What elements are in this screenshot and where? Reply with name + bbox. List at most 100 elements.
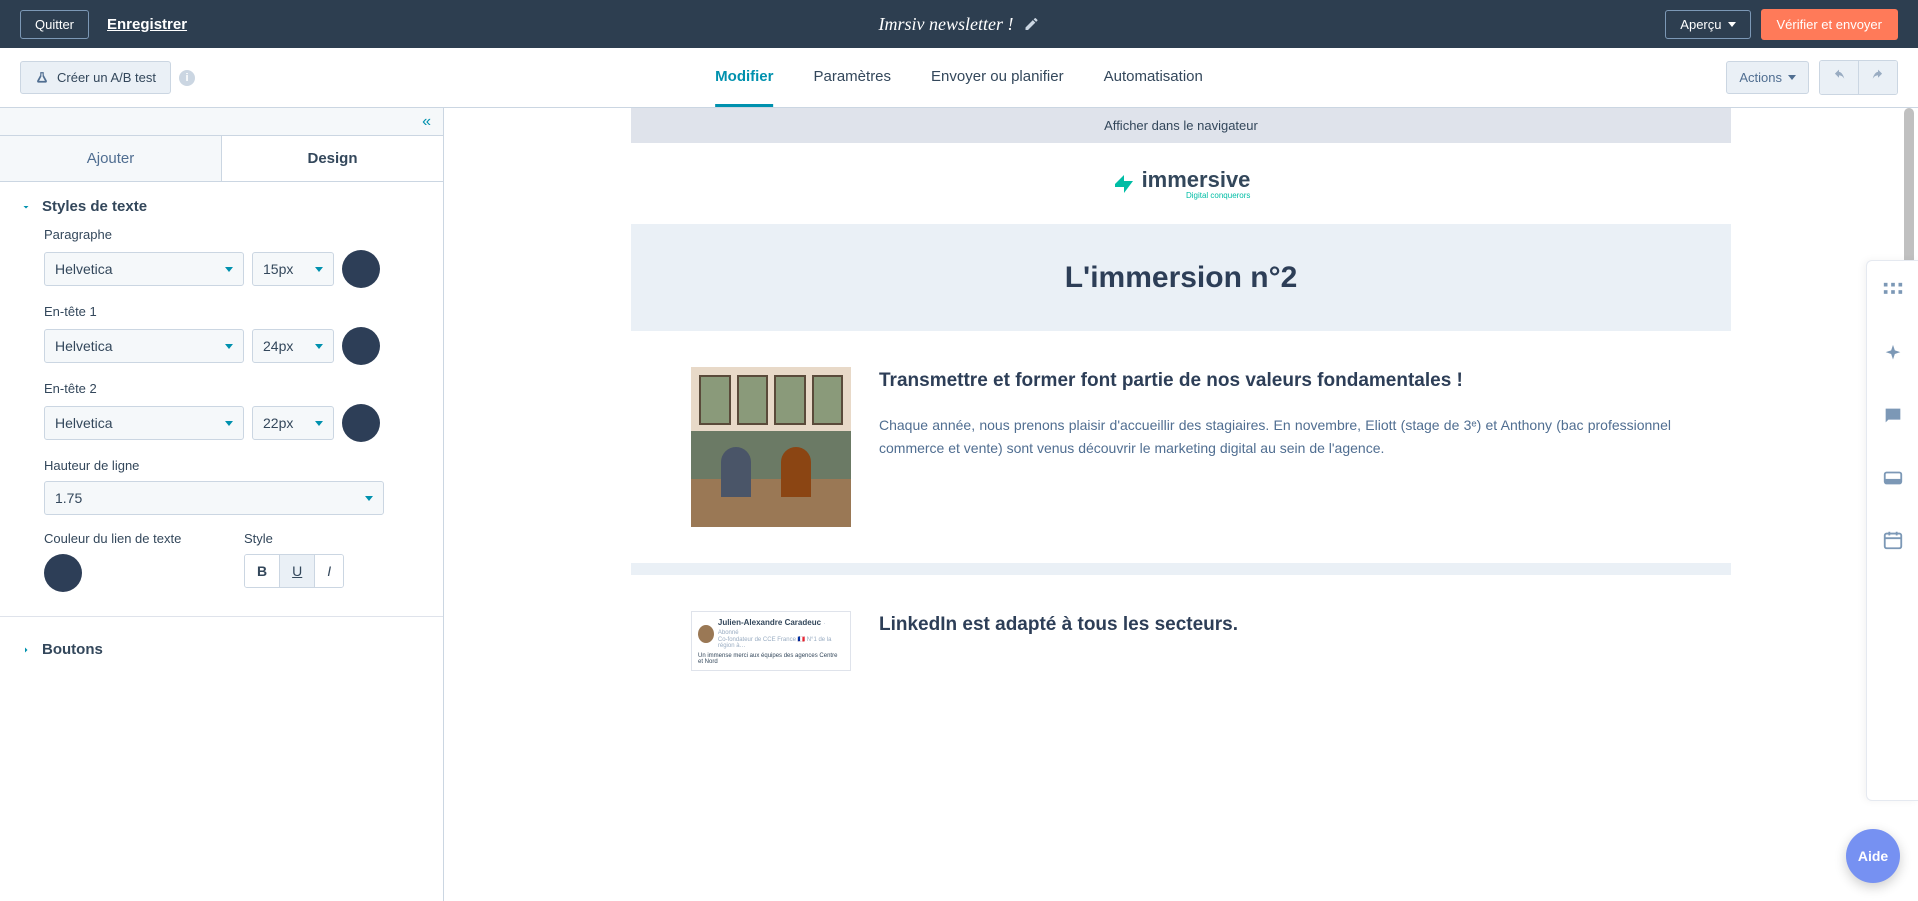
save-link[interactable]: Enregistrer xyxy=(107,16,187,33)
chevron-down-icon xyxy=(1728,22,1736,27)
chevron-down-icon xyxy=(225,421,233,426)
secondary-nav: Créer un A/B test i Modifier Paramètres … xyxy=(0,48,1918,108)
accordion-header-text-styles[interactable]: Styles de texte xyxy=(20,198,423,215)
article-1[interactable]: Transmettre et former font partie de nos… xyxy=(631,331,1731,563)
collapse-bar: « xyxy=(0,108,443,136)
logo: immersive Digital conquerors xyxy=(1112,167,1251,200)
article-2-heading: LinkedIn est adapté à tous les secteurs. xyxy=(879,611,1671,640)
calendar-icon[interactable] xyxy=(1882,529,1904,551)
collapse-icon[interactable]: « xyxy=(422,113,431,131)
accordion-text-styles: Styles de texte Paragraphe Helvetica 15p… xyxy=(0,182,443,608)
right-rail xyxy=(1866,260,1918,801)
article-1-body: Transmettre et former font partie de nos… xyxy=(879,367,1671,527)
view-in-browser-link[interactable]: Afficher dans le navigateur xyxy=(1104,118,1258,133)
article-1-image xyxy=(691,367,851,527)
linkedin-name: Julien-Alexandre Caradeuc xyxy=(718,618,821,627)
bold-button[interactable]: B xyxy=(245,555,279,587)
chevron-down-icon xyxy=(315,421,323,426)
accordion-content: Paragraphe Helvetica 15px En-tête 1 Helv… xyxy=(20,215,423,592)
main-layout: « Ajouter Design Styles de texte Paragra… xyxy=(0,108,1918,901)
lineheight-select[interactable]: 1.75 xyxy=(44,481,384,515)
underline-button[interactable]: U xyxy=(279,555,314,587)
paragraphe-controls: Helvetica 15px xyxy=(44,250,423,288)
ab-test-button[interactable]: Créer un A/B test xyxy=(20,61,171,94)
paragraphe-size-value: 15px xyxy=(263,261,293,277)
row-entete2: En-tête 2 Helvetica 22px xyxy=(44,381,423,442)
chat-icon[interactable] xyxy=(1882,405,1904,427)
entete1-color-swatch[interactable] xyxy=(342,327,380,365)
entete1-controls: Helvetica 24px xyxy=(44,327,423,365)
entete2-font-select[interactable]: Helvetica xyxy=(44,406,244,440)
chevron-down-icon xyxy=(225,267,233,272)
linkcolor-swatch[interactable] xyxy=(44,554,82,592)
sidebar-tab-ajouter[interactable]: Ajouter xyxy=(0,136,222,181)
paragraphe-color-swatch[interactable] xyxy=(342,250,380,288)
sidebar-body: Styles de texte Paragraphe Helvetica 15p… xyxy=(0,182,443,901)
linkcolor-label: Couleur du lien de texte xyxy=(44,531,214,546)
paragraphe-font-select[interactable]: Helvetica xyxy=(44,252,244,286)
tab-modifier[interactable]: Modifier xyxy=(715,48,773,107)
accordion-header-boutons[interactable]: Boutons xyxy=(20,641,423,658)
row-entete1: En-tête 1 Helvetica 24px xyxy=(44,304,423,365)
caret-right-icon xyxy=(20,644,32,656)
help-button[interactable]: Aide xyxy=(1846,829,1900,883)
entete1-font-select[interactable]: Helvetica xyxy=(44,329,244,363)
actions-button[interactable]: Actions xyxy=(1726,61,1809,94)
linkedin-sub: Co-fondateur de CCE France 🇫🇷 N°1 de la … xyxy=(718,636,844,649)
tab-envoyer[interactable]: Envoyer ou planifier xyxy=(931,48,1064,107)
secondnav-right: Actions xyxy=(1726,60,1898,95)
chevron-down-icon xyxy=(225,344,233,349)
logo-icon xyxy=(1112,172,1136,196)
document-title[interactable]: Imrsiv newsletter ! xyxy=(879,14,1014,35)
undo-redo-group xyxy=(1819,60,1898,95)
entete1-size-select[interactable]: 24px xyxy=(252,329,334,363)
entete1-label: En-tête 1 xyxy=(44,304,423,319)
paragraphe-size-select[interactable]: 15px xyxy=(252,252,334,286)
row-paragraphe: Paragraphe Helvetica 15px xyxy=(44,227,423,288)
redo-icon xyxy=(1869,69,1887,83)
boutons-label: Boutons xyxy=(42,641,103,658)
style-buttons: B U I xyxy=(244,554,344,588)
verify-send-button[interactable]: Vérifier et envoyer xyxy=(1761,9,1899,40)
main-tabs: Modifier Paramètres Envoyer ou planifier… xyxy=(715,48,1203,107)
hero-section[interactable]: L'immersion n°2 xyxy=(631,225,1731,331)
article-1-heading: Transmettre et former font partie de nos… xyxy=(879,367,1671,396)
undo-button[interactable] xyxy=(1820,61,1858,94)
logo-subtitle: Digital conquerors xyxy=(1142,191,1251,200)
italic-button[interactable]: I xyxy=(314,555,343,587)
linkedin-avatar xyxy=(698,625,714,643)
entete2-color-swatch[interactable] xyxy=(342,404,380,442)
grid-icon[interactable] xyxy=(1882,281,1904,303)
logo-section[interactable]: immersive Digital conquerors xyxy=(631,143,1731,225)
logo-text: immersive xyxy=(1142,167,1251,192)
pencil-icon[interactable] xyxy=(1023,16,1039,32)
quit-button[interactable]: Quitter xyxy=(20,10,89,39)
preview-button[interactable]: Aperçu xyxy=(1665,10,1750,39)
chevron-down-icon xyxy=(315,344,323,349)
entete2-label: En-tête 2 xyxy=(44,381,423,396)
tab-parametres[interactable]: Paramètres xyxy=(814,48,892,107)
view-in-browser-bar: Afficher dans le navigateur xyxy=(631,108,1731,143)
topbar-left: Quitter Enregistrer xyxy=(20,10,187,39)
canvas[interactable]: Afficher dans le navigateur immersive Di… xyxy=(444,108,1918,901)
entete1-font-value: Helvetica xyxy=(55,338,113,354)
sidebar: « Ajouter Design Styles de texte Paragra… xyxy=(0,108,444,901)
tab-automatisation[interactable]: Automatisation xyxy=(1104,48,1203,107)
card-icon[interactable] xyxy=(1882,467,1904,489)
topbar: Quitter Enregistrer Imrsiv newsletter ! … xyxy=(0,0,1918,48)
caret-down-icon xyxy=(20,201,32,213)
entete2-size-value: 22px xyxy=(263,415,293,431)
info-icon[interactable]: i xyxy=(179,70,195,86)
article-2-body: LinkedIn est adapté à tous les secteurs. xyxy=(879,611,1671,671)
article-2-image: Julien-Alexandre Caradeuc · Abonné Co-fo… xyxy=(691,611,851,671)
topbar-right: Aperçu Vérifier et envoyer xyxy=(1665,9,1898,40)
article-2[interactable]: Julien-Alexandre Caradeuc · Abonné Co-fo… xyxy=(631,563,1731,701)
sidebar-tab-design[interactable]: Design xyxy=(222,136,443,181)
redo-button[interactable] xyxy=(1858,61,1897,94)
paragraphe-font-value: Helvetica xyxy=(55,261,113,277)
row-lineheight: Hauteur de ligne 1.75 xyxy=(44,458,423,515)
sparkle-icon[interactable] xyxy=(1882,343,1904,365)
sidebar-tabs: Ajouter Design xyxy=(0,136,443,182)
entete2-size-select[interactable]: 22px xyxy=(252,406,334,440)
email-outer: Afficher dans le navigateur immersive Di… xyxy=(631,108,1731,701)
